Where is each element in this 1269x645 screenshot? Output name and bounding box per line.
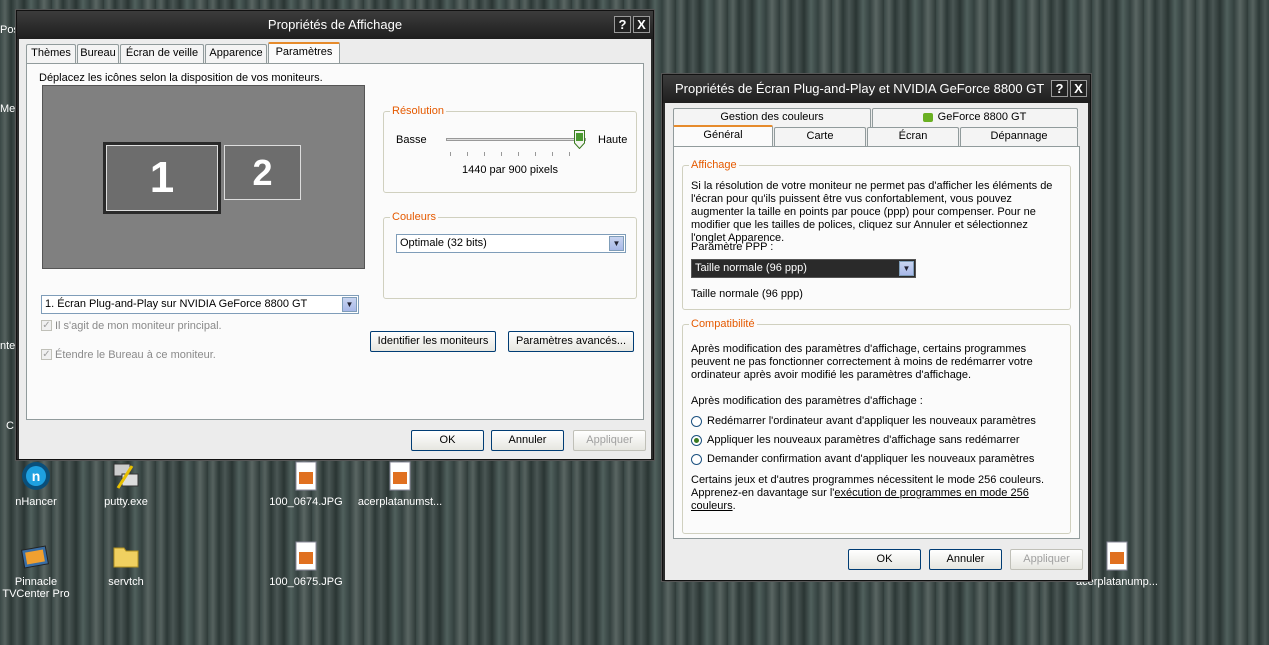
- desktop-icon-jpg-0674[interactable]: 100_0674.JPG: [267, 460, 345, 508]
- colors-group: Couleurs Optimale (32 bits) ▼: [383, 211, 637, 299]
- compatibility-description: Après modification des paramètres d'affi…: [691, 343, 1033, 381]
- desktop-icon-pinnacle[interactable]: Pinnacle TVCenter Pro: [0, 540, 75, 600]
- close-button[interactable]: X: [633, 16, 650, 33]
- monitor-1-tile[interactable]: 1: [103, 142, 221, 214]
- window-body: Gestion des couleurs GeForce 8800 GT Car…: [665, 103, 1088, 580]
- instruction-text: Déplacez les icônes selon la disposition…: [39, 72, 323, 84]
- image-file-icon: [389, 461, 411, 491]
- desktop-icon-nhancer[interactable]: n nHancer: [0, 460, 75, 508]
- identify-monitors-button[interactable]: Identifier les moniteurs: [370, 331, 496, 352]
- restart-radio-label[interactable]: Redémarrer l'ordinateur avant d'applique…: [707, 415, 1036, 427]
- tab-appearance[interactable]: Apparence: [205, 44, 267, 63]
- tab-general[interactable]: Général: [673, 125, 773, 146]
- monitor-select[interactable]: 1. Écran Plug-and-Play sur NVIDIA GeForc…: [41, 295, 359, 314]
- desktop-edge-label: Me: [0, 103, 16, 115]
- display-group-label: Affichage: [689, 159, 739, 171]
- image-file-icon: [295, 541, 317, 571]
- tab-desktop[interactable]: Bureau: [77, 44, 119, 63]
- resolution-high-label: Haute: [598, 134, 628, 146]
- image-file-icon: [295, 461, 317, 491]
- display-group: Affichage Si la résolution de votre moni…: [682, 159, 1071, 310]
- apply-without-restart-label[interactable]: Appliquer les nouveaux paramètres d'affi…: [707, 434, 1020, 446]
- compatibility-group-label: Compatibilité: [689, 318, 757, 330]
- apply-without-restart-radio[interactable]: [691, 435, 702, 446]
- extend-desktop-label: Étendre le Bureau à ce moniteur.: [55, 349, 216, 361]
- resolution-group-label: Résolution: [390, 105, 446, 117]
- resolution-slider-thumb[interactable]: [574, 130, 585, 150]
- apply-button[interactable]: Appliquer: [573, 430, 646, 451]
- folder-icon: [113, 547, 139, 568]
- desktop-icon-servtch[interactable]: servtch: [87, 540, 165, 588]
- extend-desktop-checkbox[interactable]: ✓: [41, 349, 52, 360]
- primary-monitor-label: Il s'agit de mon moniteur principal.: [55, 320, 222, 332]
- dpi-select[interactable]: Taille normale (96 ppp) ▼: [691, 259, 916, 278]
- dpi-info-text: Taille normale (96 ppp): [691, 288, 803, 300]
- general-panel: Affichage Si la résolution de votre moni…: [673, 146, 1080, 539]
- nhancer-icon: n: [22, 462, 50, 490]
- resolution-slider-track[interactable]: [446, 138, 586, 141]
- tab-screen[interactable]: Écran: [867, 127, 959, 146]
- footer-text: Certains jeux et d'autres programmes néc…: [691, 474, 1045, 512]
- tv-icon: [21, 545, 49, 569]
- colors-group-label: Couleurs: [390, 211, 439, 223]
- tab-settings[interactable]: Paramètres: [268, 42, 340, 63]
- resolution-group: Résolution Basse Haute 1440 par 900 pixe…: [383, 105, 637, 193]
- tab-themes[interactable]: Thèmes: [26, 44, 76, 63]
- settings-panel: Déplacez les icônes selon la disposition…: [26, 63, 644, 420]
- display-properties-window: Propriétés de Affichage ? X Thèmes Burea…: [16, 10, 654, 460]
- help-button[interactable]: ?: [1051, 80, 1068, 97]
- tab-screensaver[interactable]: Écran de veille: [120, 44, 204, 63]
- ask-confirmation-radio[interactable]: [691, 454, 702, 465]
- apply-button[interactable]: Appliquer: [1010, 549, 1083, 570]
- compatibility-group: Compatibilité Après modification des par…: [682, 318, 1071, 534]
- tab-geforce[interactable]: GeForce 8800 GT: [872, 108, 1078, 127]
- ask-confirmation-label[interactable]: Demander confirmation avant d'appliquer …: [707, 453, 1034, 465]
- window-title: Propriétés de Affichage: [267, 17, 403, 32]
- chevron-down-icon[interactable]: ▼: [342, 297, 357, 312]
- desktop-icon-acerplat1[interactable]: acerplatanumst...: [357, 460, 443, 508]
- monitor-2-number: 2: [252, 152, 273, 193]
- monitor-2-tile[interactable]: 2: [224, 145, 301, 200]
- desktop-edge-label: nte: [0, 340, 16, 352]
- resolution-low-label: Basse: [396, 134, 427, 146]
- putty-icon: [113, 463, 139, 489]
- tab-troubleshoot[interactable]: Dépannage: [960, 127, 1078, 146]
- desktop-edge-label: C: [6, 420, 14, 432]
- cancel-button[interactable]: Annuler: [491, 430, 564, 451]
- monitor-1-number: 1: [149, 153, 175, 202]
- after-change-label: Après modification des paramètres d'affi…: [691, 395, 923, 407]
- chevron-down-icon[interactable]: ▼: [609, 236, 624, 251]
- resolution-slider-ticks: [450, 152, 586, 156]
- resolution-value-text: 1440 par 900 pixels: [461, 164, 558, 176]
- ok-button[interactable]: OK: [848, 549, 921, 570]
- image-file-icon: [1106, 541, 1128, 571]
- svg-text:n: n: [32, 468, 41, 484]
- desktop-icon-jpg-0675[interactable]: 100_0675.JPG: [267, 540, 345, 588]
- display-description: Si la résolution de votre moniteur ne pe…: [691, 180, 1053, 244]
- title-bar[interactable]: Propriétés de Affichage ? X: [17, 11, 653, 39]
- desktop-icon-putty[interactable]: putty.exe: [87, 460, 165, 508]
- primary-monitor-checkbox[interactable]: ✓: [41, 320, 52, 331]
- title-bar[interactable]: Propriétés de Écran Plug-and-Play et NVI…: [663, 75, 1090, 103]
- help-button[interactable]: ?: [614, 16, 631, 33]
- plugplay-properties-window: Propriétés de Écran Plug-and-Play et NVI…: [662, 74, 1091, 581]
- monitor-arrangement-area: 1 2: [42, 85, 365, 269]
- window-title: Propriétés de Écran Plug-and-Play et NVI…: [675, 81, 1045, 96]
- colors-select[interactable]: Optimale (32 bits) ▼: [396, 234, 626, 253]
- restart-radio[interactable]: [691, 416, 702, 427]
- ok-button[interactable]: OK: [411, 430, 484, 451]
- cancel-button[interactable]: Annuler: [929, 549, 1002, 570]
- chevron-down-icon[interactable]: ▼: [899, 261, 914, 276]
- close-button[interactable]: X: [1070, 80, 1087, 97]
- tab-card[interactable]: Carte: [774, 127, 866, 146]
- window-body: Thèmes Bureau Écran de veille Apparence …: [19, 39, 651, 459]
- nvidia-logo-icon: [923, 113, 933, 122]
- advanced-settings-button[interactable]: Paramètres avancés...: [508, 331, 634, 352]
- dpi-label: Paramètre PPP :: [691, 241, 774, 253]
